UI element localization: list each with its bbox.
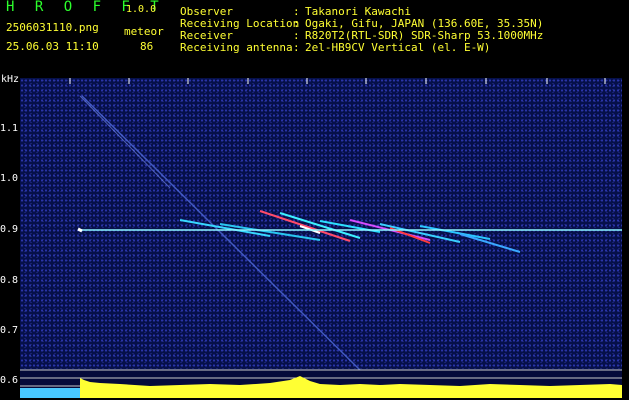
timestamp: 25.06.03 11:10	[6, 40, 99, 53]
meteor-echo	[419, 225, 491, 240]
hrofft-window: { "app": {"title": "H R O F F T", "versi…	[0, 0, 629, 400]
antenna-value: 2el-HB9CV Vertical (el. E-W)	[305, 41, 491, 54]
antenna-sep: :	[293, 41, 300, 54]
antenna-label: Receiving antenna	[180, 41, 293, 54]
mode-label: meteor	[124, 25, 164, 38]
app-version: 1.0.0	[126, 4, 157, 15]
y-tick-label: 0.8	[0, 275, 19, 286]
diagonal-trace	[79, 95, 171, 189]
carrier-start	[77, 227, 83, 233]
spectrogram	[20, 78, 622, 398]
y-tick-label: 0.6	[0, 375, 19, 386]
y-tick-label: 1.1	[0, 123, 19, 134]
y-unit-label: kHz	[1, 74, 20, 85]
meteor-echoes	[179, 210, 521, 253]
y-tick-label: 0.7	[0, 325, 19, 336]
meteor-echo	[459, 233, 521, 253]
meteor-echo	[259, 210, 351, 242]
meteor-count: 86	[140, 40, 154, 53]
y-tick-label: 1.0	[0, 173, 19, 184]
y-tick-label: 0.9	[0, 224, 19, 235]
file-name: 2506031110.png	[6, 21, 99, 34]
spectrogram-overlay	[20, 78, 622, 398]
signal-level-left	[20, 388, 80, 398]
signal-level	[80, 376, 622, 398]
meteor-echo	[179, 219, 271, 237]
